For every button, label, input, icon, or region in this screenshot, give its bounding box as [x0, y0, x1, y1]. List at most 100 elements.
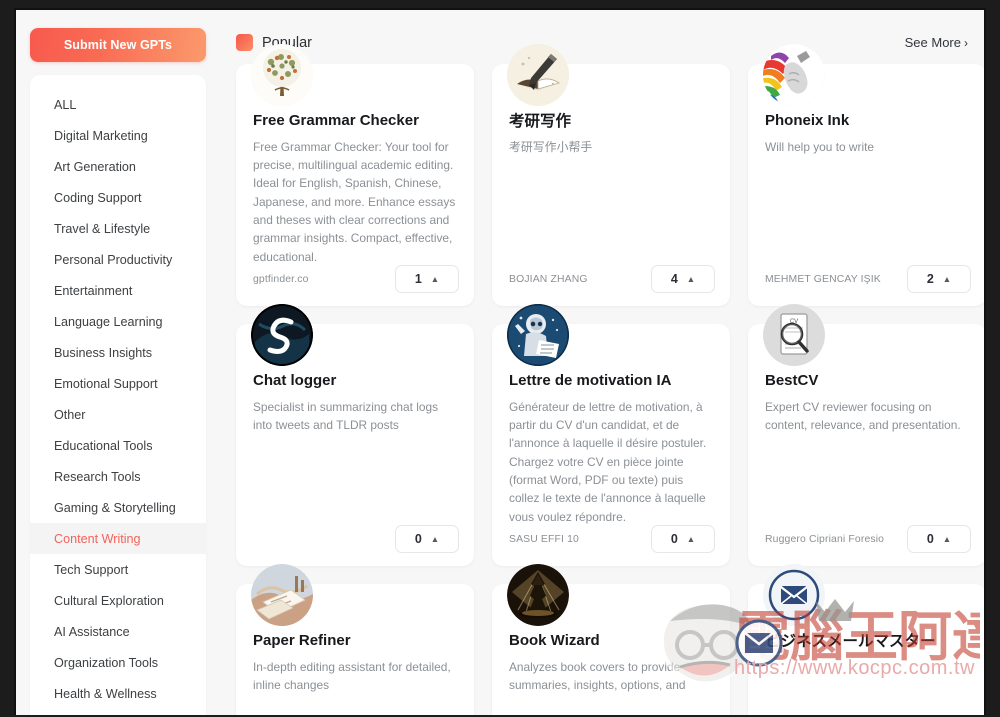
upvote-button[interactable]: 4 ▲: [651, 265, 715, 293]
gpt-card-title: Lettre de motivation IA: [509, 372, 672, 389]
gpt-card-description: Specialist in summarizing chat logs into…: [253, 399, 439, 433]
section-header: Popular See More ›: [222, 28, 984, 60]
gpt-card-author: MEHMET GENCAY IŞIK: [765, 273, 881, 285]
popular-swatch-icon: [236, 34, 253, 51]
sidebar-item-label: Digital Marketing: [54, 128, 148, 143]
gpt-card-title: Book Wizard: [509, 632, 600, 649]
sidebar-item-other[interactable]: Other: [30, 399, 206, 430]
see-more-link[interactable]: See More ›: [905, 35, 968, 50]
sidebar-item-research-tools[interactable]: Research Tools: [30, 461, 206, 492]
upvote-arrow-icon: ▲: [686, 273, 696, 284]
gpt-card-author: BOJIAN ZHANG: [509, 273, 588, 285]
upvote-arrow-icon: ▲: [686, 533, 696, 544]
upvote-arrow-icon: ▲: [942, 533, 952, 544]
vote-count: 0: [670, 532, 678, 546]
chevron-right-icon: ›: [964, 36, 968, 50]
gpt-card[interactable]: Phoneix Ink Will help you to write MEHMET …: [748, 44, 984, 306]
vote-count: 1: [414, 272, 422, 286]
gpt-card[interactable]: Lettre de motivation IA Générateur de let…: [492, 304, 730, 566]
sidebar-item-label: Business Insights: [54, 345, 153, 360]
sidebar-item-travel-lifestyle[interactable]: Travel & Lifestyle: [30, 213, 206, 244]
gpt-card-description: Will help you to write: [765, 139, 875, 154]
sidebar-item-entertainment[interactable]: Entertainment: [30, 275, 206, 306]
sidebar-item-label: AI Assistance: [54, 624, 130, 639]
sidebar-item-personal-productivity[interactable]: Personal Productivity: [30, 244, 206, 275]
upvote-arrow-icon: ▲: [430, 273, 440, 284]
gpt-card[interactable]: CV BestCV Expert CV reviewer focusing on …: [748, 304, 984, 566]
sidebar-item-all[interactable]: ALL: [30, 89, 206, 120]
gpt-card-title: 考研写作: [509, 113, 572, 130]
sidebar-item-digital-marketing[interactable]: Digital Marketing: [30, 120, 206, 151]
gpt-card[interactable]: Paper Refiner In-depth editing assistant …: [236, 564, 474, 715]
sidebar-item-label: Art Generation: [54, 159, 136, 174]
sidebar-item-label: Content Writing: [54, 531, 141, 546]
sidebar-item-tech-support[interactable]: Tech Support: [30, 554, 206, 585]
category-list: ALL Digital Marketing Art Generation Coding…: [30, 75, 206, 715]
sidebar-item-art-generation[interactable]: Art Generation: [30, 151, 206, 182]
gpt-card-description: Analyzes book covers to provide summarie…: [509, 659, 686, 693]
gpt-card-title: Chat logger: [253, 372, 337, 389]
gpt-card-author: Ruggero Cipriani Foresio: [765, 533, 885, 545]
sidebar-item-label: Travel & Lifestyle: [54, 221, 151, 236]
gpt-card-title: BestCV: [765, 372, 819, 389]
gpt-card[interactable]: ビジネスメールマスター: [748, 564, 984, 715]
gpt-card[interactable]: Book Wizard Analyzes book covers to provi…: [492, 564, 730, 715]
submit-new-gpts-button[interactable]: Submit New GPTs: [30, 28, 206, 62]
sidebar-item-educational-tools[interactable]: Educational Tools: [30, 430, 206, 461]
sidebar-item-coding-support[interactable]: Coding Support: [30, 182, 206, 213]
sidebar-item-label: Cultural Exploration: [54, 593, 164, 608]
upvote-button[interactable]: 2 ▲: [907, 265, 971, 293]
sidebar-item-content-writing[interactable]: Content Writing: [30, 523, 206, 554]
gpt-card-title: Free Grammar Checker: [253, 112, 419, 129]
sidebar-item-label: Coding Support: [54, 190, 142, 205]
gpt-card-title: ビジネスメールマスター: [765, 633, 936, 650]
gpt-card[interactable]: 考研写作 考研写作小帮手 BOJIAN ZHANG 4 ▲: [492, 44, 730, 306]
upvote-button[interactable]: 0 ▲: [395, 525, 459, 553]
robot-writer-avatar: [507, 304, 569, 366]
upvote-arrow-icon: ▲: [430, 533, 440, 544]
sidebar-item-label: Organization Tools: [54, 655, 159, 670]
sidebar-item-label: Educational Tools: [54, 438, 153, 453]
sidebar-item-business-insights[interactable]: Business Insights: [30, 337, 206, 368]
gpt-card[interactable]: Chat logger Specialist in summarizing cha…: [236, 304, 474, 566]
sidebar-item-organization-tools[interactable]: Organization Tools: [30, 647, 206, 678]
sidebar: Submit New GPTs ALL Digital Marketing Art …: [30, 28, 210, 715]
upvote-button[interactable]: 0 ▲: [651, 525, 715, 553]
main-content: Popular See More › Free Grammar Checker Fr…: [222, 28, 984, 715]
sidebar-item-health-wellness[interactable]: Health & Wellness: [30, 678, 206, 709]
gpt-card[interactable]: Free Grammar Checker Free Grammar Checker…: [236, 44, 474, 306]
browser-viewport: Submit New GPTs ALL Digital Marketing Art …: [14, 8, 986, 715]
gpt-card-footer: 0 ▲: [253, 525, 459, 553]
paper-stack-avatar: [251, 564, 313, 626]
gpt-card-description: 考研写作小帮手: [509, 140, 593, 155]
gpt-card-description: Expert CV reviewer focusing on content, …: [765, 399, 961, 433]
sidebar-item-label: Personal Productivity: [54, 252, 173, 267]
see-more-label: See More: [904, 35, 961, 50]
gpt-card-title: Phoneix Ink: [765, 112, 850, 129]
upvote-button[interactable]: 1 ▲: [395, 265, 459, 293]
upvote-button[interactable]: 0 ▲: [907, 525, 971, 553]
gpt-card-description: Free Grammar Checker: Your tool for prec…: [253, 139, 456, 264]
sidebar-item-language-learning[interactable]: Language Learning: [30, 306, 206, 337]
sidebar-item-label: Other: [54, 407, 86, 422]
sidebar-item-label: Gaming & Storytelling: [54, 500, 176, 515]
sidebar-item-label: Tech Support: [54, 562, 129, 577]
vote-count: 4: [670, 272, 678, 286]
vote-count: 0: [926, 532, 934, 546]
vote-count: 0: [414, 532, 422, 546]
sidebar-item-label: Language Learning: [54, 314, 163, 329]
sidebar-item-gaming-storytelling[interactable]: Gaming & Storytelling: [30, 492, 206, 523]
gpt-card-footer: SASU EFFI 10 0 ▲: [509, 525, 715, 553]
sidebar-item-label: Research Tools: [54, 469, 141, 484]
sidebar-item-cultural-exploration[interactable]: Cultural Exploration: [30, 585, 206, 616]
sidebar-item-label: ALL: [54, 97, 77, 112]
cv-magnifier-avatar: CV: [763, 304, 825, 366]
sidebar-item-label: Emotional Support: [54, 376, 158, 391]
sidebar-item-emotional-support[interactable]: Emotional Support: [30, 368, 206, 399]
wizard-avatar: [507, 564, 569, 626]
tree-avatar: [251, 44, 313, 106]
sidebar-item-ai-assistance[interactable]: AI Assistance: [30, 616, 206, 647]
sidebar-item-label: Health & Wellness: [54, 686, 157, 701]
mail-circle-avatar: [763, 564, 825, 626]
gpt-card-footer: Ruggero Cipriani Foresio 0 ▲: [765, 525, 971, 553]
